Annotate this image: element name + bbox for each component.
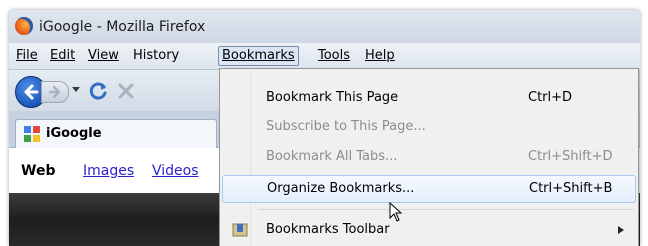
nav-videos-link[interactable]: Videos xyxy=(152,163,199,179)
back-arrow-icon xyxy=(24,84,39,100)
nav-web[interactable]: Web xyxy=(21,163,55,179)
menu-item-subscribe: Subscribe to This Page... xyxy=(222,114,636,140)
forward-arrow-icon xyxy=(49,85,61,99)
menu-help[interactable]: Help xyxy=(362,47,398,65)
menu-item-label: Bookmark This Page xyxy=(266,90,399,105)
menu-history[interactable]: History xyxy=(130,47,182,65)
title-bar[interactable]: iGoogle - Mozilla Firefox xyxy=(9,10,640,43)
menu-tools-label: Tools xyxy=(318,48,351,63)
tab-igoogle-label: iGoogle xyxy=(46,126,102,141)
window-title: iGoogle - Mozilla Firefox xyxy=(39,19,206,35)
menu-bar: File Edit View History Bookmarks Tools H… xyxy=(9,43,640,70)
menu-item-bookmark-all-tabs: Bookmark All Tabs... Ctrl+Shift+D xyxy=(222,144,636,170)
menu-item-label: Bookmarks Toolbar xyxy=(266,222,390,237)
firefox-logo-icon xyxy=(15,17,33,35)
menu-tools[interactable]: Tools xyxy=(315,47,353,65)
forward-button[interactable] xyxy=(41,81,69,103)
submenu-arrow-icon xyxy=(618,226,624,234)
reload-icon[interactable] xyxy=(89,81,109,101)
menu-item-organize-bookmarks[interactable]: Organize Bookmarks... Ctrl+Shift+B xyxy=(222,175,636,203)
tab-igoogle[interactable]: iGoogle xyxy=(15,119,217,148)
firefox-window: iGoogle - Mozilla Firefox File Edit View… xyxy=(9,10,640,246)
menu-item-label: Organize Bookmarks... xyxy=(267,181,415,196)
bookmarks-toolbar-folder-icon xyxy=(232,223,248,237)
menu-edit-label: Edit xyxy=(50,48,76,63)
bookmarks-menu: Bookmark This Page Ctrl+D Subscribe to T… xyxy=(219,68,639,246)
menu-edit[interactable]: Edit xyxy=(47,47,78,65)
menu-item-bookmark-this-page[interactable]: Bookmark This Page Ctrl+D xyxy=(222,85,636,111)
menu-view[interactable]: View xyxy=(85,47,122,65)
stop-icon[interactable] xyxy=(117,82,135,100)
menu-item-bookmarks-toolbar[interactable]: Bookmarks Toolbar xyxy=(222,217,636,243)
menu-item-label: Subscribe to This Page... xyxy=(266,119,426,134)
nav-images-link[interactable]: Images xyxy=(83,163,134,179)
mouse-cursor-icon xyxy=(389,202,403,222)
menu-file-label: File xyxy=(16,48,38,63)
menu-file[interactable]: File xyxy=(13,47,41,65)
igoogle-favicon-icon xyxy=(24,126,40,142)
menu-bookmarks[interactable]: Bookmarks xyxy=(218,46,299,66)
menu-bookmarks-label: Bookmarks xyxy=(222,48,295,63)
history-dropdown-arrow-icon[interactable] xyxy=(72,87,80,93)
menu-item-shortcut: Ctrl+D xyxy=(528,90,573,105)
menu-item-label: Bookmark All Tabs... xyxy=(266,149,398,164)
menu-view-label: View xyxy=(88,48,119,63)
menu-item-shortcut: Ctrl+Shift+D xyxy=(528,149,613,164)
menu-help-label: Help xyxy=(365,48,395,63)
menu-item-shortcut: Ctrl+Shift+B xyxy=(529,181,613,196)
menu-separator xyxy=(258,209,634,210)
menu-history-label: History xyxy=(133,48,180,63)
